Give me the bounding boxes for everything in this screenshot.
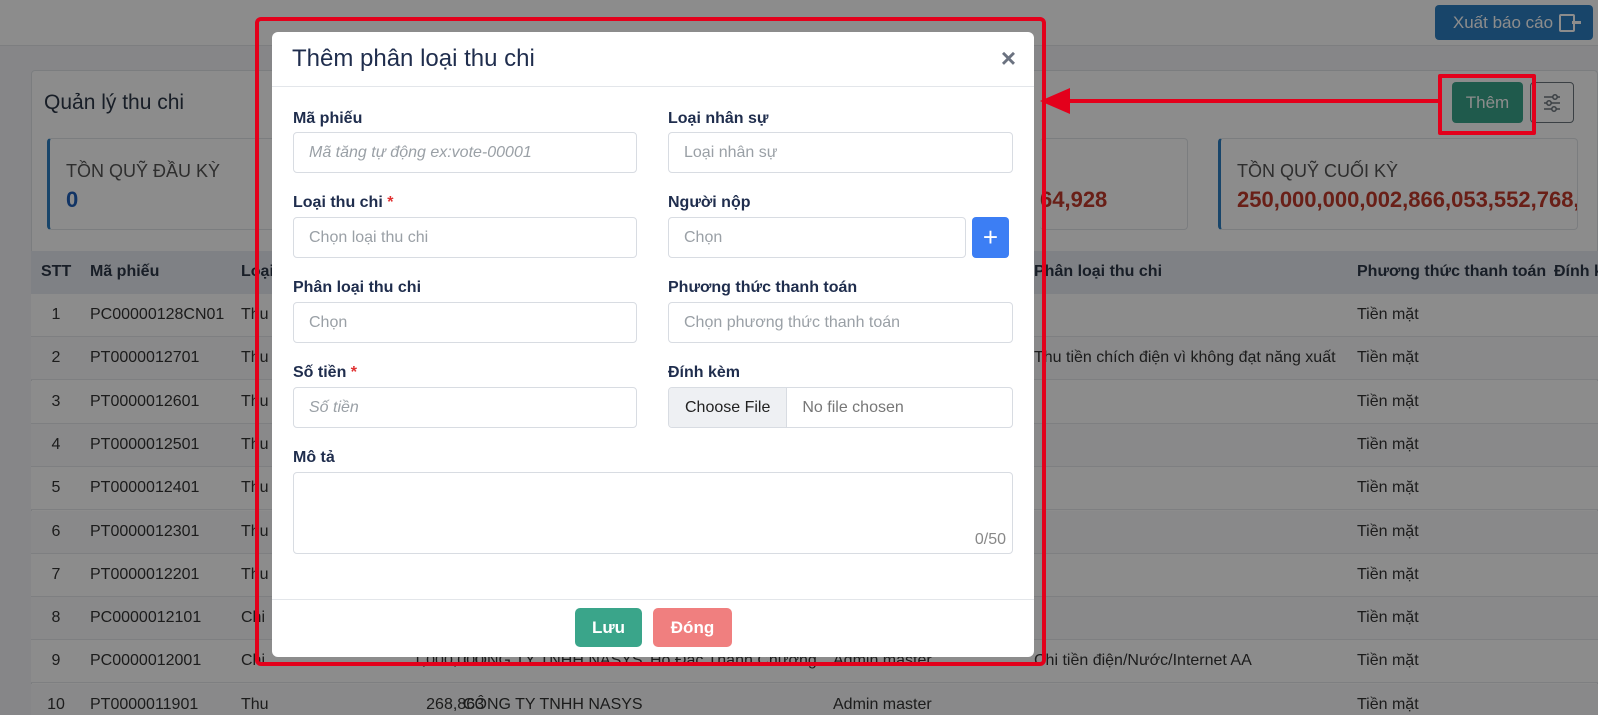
annotation-arrow-head <box>1040 88 1070 114</box>
annotation-add-button-highlight <box>1438 74 1536 135</box>
annotation-modal-highlight <box>255 17 1046 666</box>
annotation-arrow-line <box>1068 99 1440 103</box>
